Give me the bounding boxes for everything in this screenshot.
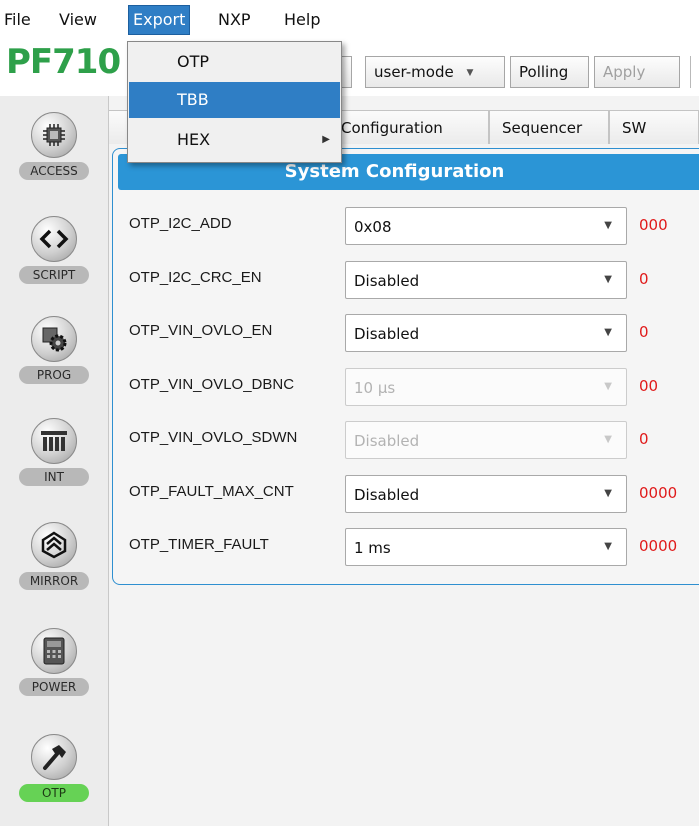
chevron-down-icon: ▼ xyxy=(604,488,612,499)
row-code: 0 xyxy=(639,430,649,448)
sidebar-item-label: PROG xyxy=(19,366,89,384)
row-select-value: 0x08 xyxy=(354,218,392,236)
polling-button[interactable]: Polling xyxy=(510,56,589,88)
chevron-down-icon: ▼ xyxy=(604,541,612,552)
system-configuration-panel: System Configuration OTP_I2C_ADD 0x08 ▼ … xyxy=(112,148,699,585)
row-code: 00 xyxy=(639,377,659,395)
tab-sw[interactable]: SW xyxy=(609,110,699,144)
mode-select-value: user-mode xyxy=(374,63,454,81)
sidebar-item-mirror[interactable]: MIRROR xyxy=(12,522,96,590)
row-label: OTP_VIN_OVLO_EN xyxy=(129,322,273,339)
menu-nxp[interactable]: NXP xyxy=(214,6,255,34)
menu-item-label: HEX xyxy=(177,130,211,149)
row-select[interactable]: Disabled ▼ xyxy=(345,261,627,299)
config-row: OTP_I2C_CRC_EN Disabled ▼ 0 xyxy=(113,261,699,301)
export-menu: OTP TBB HEX ▶ xyxy=(127,41,342,163)
export-menu-hex[interactable]: HEX ▶ xyxy=(129,122,340,158)
menu-help[interactable]: Help xyxy=(280,6,324,34)
chevron-right-icon: ▶ xyxy=(322,134,330,145)
chevron-down-icon: ▼ xyxy=(604,220,612,231)
chevron-down-icon: ▼ xyxy=(604,434,612,445)
sidebar-item-label: OTP xyxy=(19,784,89,802)
row-select: 10 µs ▼ xyxy=(345,368,627,406)
row-label: OTP_VIN_OVLO_DBNC xyxy=(129,376,295,393)
row-select[interactable]: 0x08 ▼ xyxy=(345,207,627,245)
chip-icon xyxy=(31,112,77,158)
config-row: OTP_FAULT_MAX_CNT Disabled ▼ 0000 xyxy=(113,475,699,515)
config-row: OTP_VIN_OVLO_EN Disabled ▼ 0 xyxy=(113,314,699,354)
menu-export[interactable]: Export xyxy=(128,5,191,35)
sidebar-item-prog[interactable]: PROG xyxy=(12,316,96,384)
code-brackets-icon xyxy=(31,216,77,262)
apply-button[interactable]: Apply xyxy=(594,56,680,88)
sidebar-item-power[interactable]: POWER xyxy=(12,628,96,696)
mode-select[interactable]: user-mode ▼ xyxy=(365,56,505,88)
export-menu-otp[interactable]: OTP xyxy=(129,44,340,80)
gear-chip-icon xyxy=(31,316,77,362)
row-label: OTP_I2C_ADD xyxy=(129,215,232,232)
row-code: 0 xyxy=(639,323,649,341)
sidebar-item-label: ACCESS xyxy=(19,162,89,180)
row-code: 0000 xyxy=(639,537,678,555)
row-select-value: 10 µs xyxy=(354,379,396,397)
row-select-value: Disabled xyxy=(354,325,420,343)
config-row: OTP_I2C_ADD 0x08 ▼ 000 xyxy=(113,207,699,247)
sidebar-item-int[interactable]: INT xyxy=(12,418,96,486)
menu-item-label: OTP xyxy=(177,52,210,71)
sidebar-item-otp[interactable]: OTP xyxy=(12,734,96,802)
row-select[interactable]: Disabled ▼ xyxy=(345,314,627,352)
config-row: OTP_VIN_OVLO_DBNC 10 µs ▼ 00 xyxy=(113,368,699,408)
row-select[interactable]: Disabled ▼ xyxy=(345,475,627,513)
sidebar-item-access[interactable]: ACCESS xyxy=(12,112,96,180)
config-row: OTP_VIN_OVLO_SDWN Disabled ▼ 0 xyxy=(113,421,699,461)
mirror-icon xyxy=(31,522,77,568)
sidebar-item-label: SCRIPT xyxy=(19,266,89,284)
sidebar-item-label: MIRROR xyxy=(19,572,89,590)
row-select-value: 1 ms xyxy=(354,539,391,557)
chevron-down-icon: ▼ xyxy=(466,67,474,78)
sidebar-item-label: POWER xyxy=(19,678,89,696)
row-code: 0 xyxy=(639,270,649,288)
chevron-down-icon: ▼ xyxy=(604,381,612,392)
tab-sequencer[interactable]: Sequencer xyxy=(489,110,609,144)
menu-bar: File View Export NXP Help xyxy=(0,0,699,38)
menu-item-label: TBB xyxy=(177,90,209,109)
row-label: OTP_I2C_CRC_EN xyxy=(129,269,262,286)
row-label: OTP_TIMER_FAULT xyxy=(129,536,269,553)
export-menu-tbb[interactable]: TBB xyxy=(129,82,340,118)
chevron-down-icon: ▼ xyxy=(604,327,612,338)
menu-view[interactable]: View xyxy=(55,6,101,34)
row-select-value: Disabled xyxy=(354,432,420,450)
row-select-value: Disabled xyxy=(354,272,420,290)
sidebar-item-script[interactable]: SCRIPT xyxy=(12,216,96,284)
row-code: 000 xyxy=(639,216,668,234)
config-row: OTP_TIMER_FAULT 1 ms ▼ 0000 xyxy=(113,528,699,568)
app-title: PF710 xyxy=(6,42,121,82)
sidebar-item-label: INT xyxy=(19,468,89,486)
register-bars-icon xyxy=(31,418,77,464)
toolbar-separator xyxy=(690,56,691,88)
row-label: OTP_FAULT_MAX_CNT xyxy=(129,483,294,500)
row-code: 0000 xyxy=(639,484,678,502)
row-select: Disabled ▼ xyxy=(345,421,627,459)
hammer-icon xyxy=(31,734,77,780)
sidebar: ACCESS SCRIPT PROG INT MIRROR POWER OTP xyxy=(0,96,109,826)
row-label: OTP_VIN_OVLO_SDWN xyxy=(129,429,298,446)
menu-file[interactable]: File xyxy=(0,6,35,34)
row-select-value: Disabled xyxy=(354,486,420,504)
chevron-down-icon: ▼ xyxy=(604,274,612,285)
calculator-icon xyxy=(31,628,77,674)
row-select[interactable]: 1 ms ▼ xyxy=(345,528,627,566)
